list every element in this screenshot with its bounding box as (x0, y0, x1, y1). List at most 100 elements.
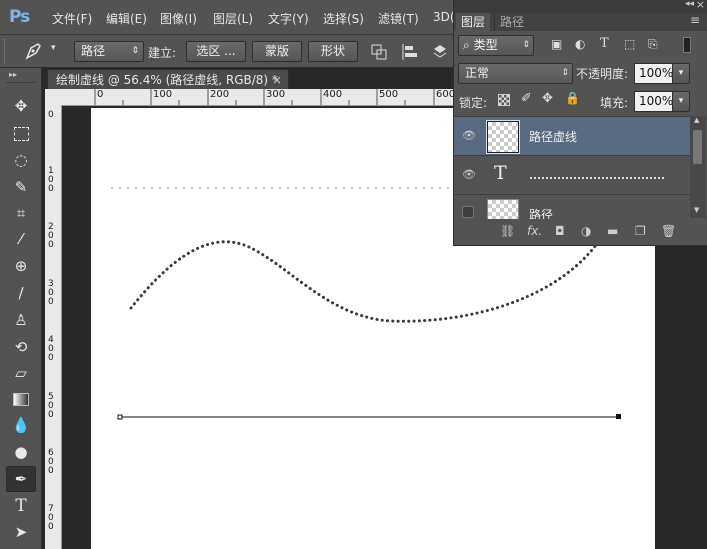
menu-edit[interactable]: 编辑(E) (106, 10, 147, 27)
mask-icon[interactable]: ◘ (555, 224, 565, 238)
layer-row[interactable]: 路径 (454, 195, 690, 219)
history-brush-icon[interactable]: ⟲ (6, 335, 36, 359)
menu-image[interactable]: 图像(I) (160, 10, 197, 27)
path-arrangement-icon[interactable] (430, 43, 450, 61)
gradient-icon[interactable] (6, 387, 36, 411)
tab-layers[interactable]: 图层 (456, 13, 491, 31)
mask-button[interactable]: 蒙版 (252, 41, 302, 62)
eyedropper-icon[interactable]: ⁄ (6, 227, 36, 251)
menu-file[interactable]: 文件(F) (52, 10, 92, 27)
ruler-label: 3 0 0 (48, 279, 54, 307)
lock-all-icon[interactable]: 🔒 (565, 91, 580, 105)
stamp-icon[interactable]: ♙ (6, 308, 36, 332)
link-icon[interactable]: ⛓ (500, 224, 515, 238)
filter-toggle[interactable] (683, 37, 691, 53)
path-select-icon[interactable]: ➤ (6, 520, 36, 544)
layer-row[interactable]: 👁 T (454, 156, 690, 195)
app-logo: Ps (9, 7, 30, 27)
text-layer-icon: T (494, 162, 507, 184)
close-icon[interactable]: × (272, 70, 282, 90)
selection-button[interactable]: 选区 ... (186, 41, 246, 62)
lock-position-icon[interactable]: ✥ (542, 91, 553, 106)
scroll-up-icon[interactable]: ▲ (694, 116, 699, 124)
dodge-icon[interactable]: ● (6, 440, 36, 464)
anchor-point-start[interactable] (117, 414, 123, 420)
scroll-thumb[interactable] (693, 130, 702, 164)
path-alignment-icon[interactable] (400, 43, 420, 61)
collapse-icon[interactable]: ◂◂ (685, 0, 694, 9)
layer-name-dotted (530, 177, 664, 179)
trash-icon[interactable]: 🗑 (661, 224, 676, 238)
filter-adjustment-icon[interactable]: ◐ (575, 37, 585, 51)
ruler-label: 2 0 0 (48, 222, 54, 250)
blend-mode-select[interactable]: 正常 ⇕ (458, 63, 573, 84)
shape-button[interactable]: 形状 (308, 41, 358, 62)
tools-panel: ▸▸ ✥ ◌ ✎ ⌗ ⁄ ⊕ ∕ ♙ ⟲ ▱ 💧 ● ✒ T ➤ (0, 68, 42, 549)
chevron-updown-icon: ⇕ (522, 40, 530, 50)
layer-row[interactable]: 👁 路径虚线 (454, 117, 690, 156)
healing-icon[interactable]: ⊕ (6, 254, 36, 278)
panel-menu-icon[interactable]: ≡ (690, 13, 700, 27)
document-title: 绘制虚线 @ 56.4% (路径虚线, RGB/8) * (56, 73, 278, 87)
filter-type-icon[interactable]: T (600, 36, 609, 51)
filter-pixel-icon[interactable]: ▣ (551, 37, 562, 51)
type-icon[interactable]: T (6, 494, 36, 518)
ruler-label: 1 0 0 (48, 166, 54, 194)
filter-kind-select[interactable]: ⌕ 类型 ⇕ (458, 35, 534, 56)
anchor-point-end[interactable] (616, 414, 621, 419)
scroll-down-icon[interactable]: ▼ (694, 206, 699, 214)
lock-paint-icon[interactable]: ✐ (521, 91, 532, 106)
tool-mode-select[interactable]: 路径 ⇕ (74, 41, 144, 62)
panel-close-icon[interactable]: × (696, 0, 705, 11)
preset-dropdown-arrow[interactable]: ▾ (51, 43, 56, 53)
opacity-dropdown-icon[interactable]: ▾ (672, 63, 690, 84)
ruler-label: 6 0 0 (48, 448, 54, 476)
filter-kind-value: 类型 (473, 38, 498, 52)
ruler-ticks-horizontal (94, 89, 435, 105)
path-operations-icon[interactable] (370, 43, 388, 61)
expand-icon[interactable]: ▸▸ (9, 70, 17, 79)
layer-thumbnail (487, 199, 519, 219)
tool-mode-value: 路径 (81, 44, 106, 58)
toolbar-divider (6, 82, 36, 83)
tab-paths[interactable]: 路径 (494, 13, 529, 31)
ruler-label: 0 (48, 110, 54, 120)
ruler-vertical: 0 1 0 0 2 0 0 3 0 0 4 0 0 5 0 0 6 0 0 7 … (45, 105, 62, 549)
brush-icon[interactable]: ∕ (6, 281, 36, 305)
ruler-label: 400 (323, 89, 343, 100)
menu-layer[interactable]: 图层(L) (213, 10, 253, 27)
adjustment-icon[interactable]: ◑ (581, 224, 591, 238)
quick-select-icon[interactable]: ✎ (6, 175, 36, 199)
ruler-label: 4 0 0 (48, 335, 54, 363)
fx-icon[interactable]: fx. (527, 224, 542, 238)
document-tab[interactable]: 绘制虚线 @ 56.4% (路径虚线, RGB/8) * × (47, 69, 289, 90)
layer-list: 👁 路径虚线 👁 T 路径 (454, 116, 690, 219)
lasso-icon[interactable]: ◌ (6, 148, 36, 172)
bar-grip (4, 39, 8, 63)
new-layer-icon[interactable]: ❐ (635, 224, 646, 238)
fill-dropdown-icon[interactable]: ▾ (672, 91, 690, 112)
marquee-icon[interactable] (6, 121, 36, 145)
ruler-label: 500 (379, 89, 399, 100)
blur-icon[interactable]: 💧 (6, 413, 36, 437)
menu-filter[interactable]: 滤镜(T) (378, 10, 419, 27)
visibility-eye-icon[interactable]: 👁 (462, 168, 476, 181)
layer-scrollbar[interactable]: ▲ ▼ (690, 116, 706, 218)
pen-icon[interactable]: ✒ (6, 466, 36, 492)
filter-smart-object-icon[interactable]: ⎘ (648, 37, 658, 52)
eraser-icon[interactable]: ▱ (6, 361, 36, 385)
crop-icon[interactable]: ⌗ (6, 201, 36, 225)
menu-3d[interactable]: 3D( (433, 10, 455, 24)
menu-select[interactable]: 选择(S) (323, 10, 364, 27)
menu-type[interactable]: 文字(Y) (268, 10, 309, 27)
visibility-eye-icon[interactable]: 👁 (462, 129, 476, 142)
lock-transparent-icon[interactable] (498, 94, 510, 106)
pen-tool-preset-icon[interactable] (22, 40, 44, 62)
dotted-curve-path (129, 236, 603, 323)
visibility-toggle[interactable] (462, 206, 474, 218)
filter-shape-icon[interactable]: ⬚ (624, 37, 635, 51)
ruler-label: 300 (266, 89, 286, 100)
folder-icon[interactable]: ▬ (607, 224, 618, 238)
opacity-label: 不透明度: (576, 67, 629, 81)
move-icon[interactable]: ✥ (6, 94, 36, 118)
